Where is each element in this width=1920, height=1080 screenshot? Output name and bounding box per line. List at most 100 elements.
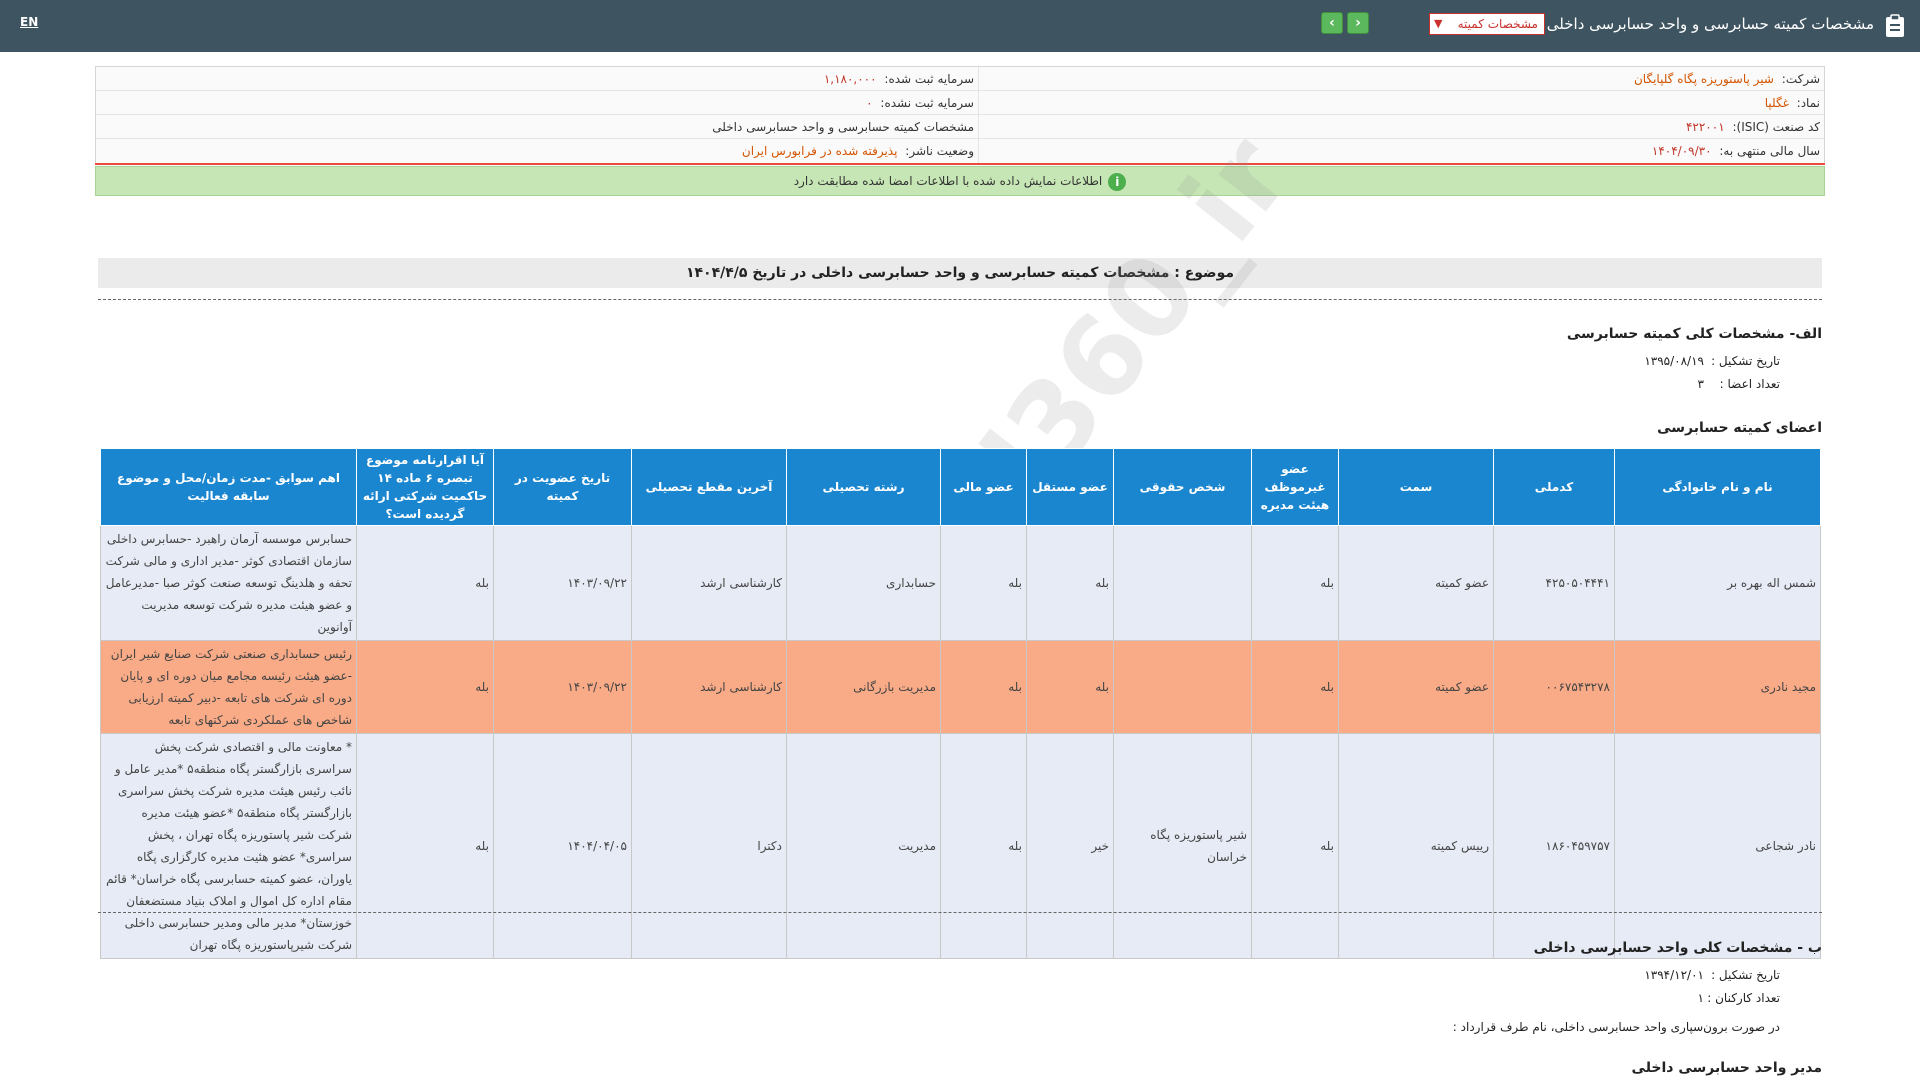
member-name: شمس اله بهره بر <box>1614 525 1821 641</box>
member-independent: خیر <box>1026 733 1114 959</box>
outsourcing-note: در صورت برون‌سپاری واحد حسابرسی داخلی، ن… <box>1452 1020 1780 1034</box>
column-header: نام و نام خانوادگی <box>1614 448 1821 526</box>
language-toggle[interactable]: EN <box>20 15 38 29</box>
clipboard-icon <box>1886 14 1904 37</box>
member-history: رئیس حسابداری صنعتی شرکت صنایع شیر ایران… <box>100 640 357 734</box>
company-label: شرکت: <box>1781 72 1820 86</box>
report-type-select[interactable]: مشخصات کمیته ▼ <box>1429 13 1545 35</box>
member-degree: کارشناسی ارشد <box>631 525 787 641</box>
committee-formation-value: ۱۳۹۵/۰۸/۱۹ <box>1644 354 1704 368</box>
members-table: نام و نام خانوادگی کدملی سمت عضو غیرموظف… <box>100 448 1821 959</box>
member-legal-entity <box>1113 525 1252 641</box>
member-legal-entity: شیر پاستوریزه پگاه خراسان <box>1113 733 1252 959</box>
info-icon: i <box>1108 172 1127 191</box>
member-national-id: ۱۸۶۰۴۵۹۷۵۷ <box>1493 733 1615 959</box>
section-b-title: ب - مشخصات کلی واحد حسابرسی داخلی <box>1533 940 1822 956</box>
members-title: اعضای کمیته حسابرسی <box>1657 420 1822 436</box>
unregistered-capital-label: سرمایه ثبت نشده: <box>880 96 974 110</box>
member-field: مدیریت <box>786 733 941 959</box>
member-non-exec: بله <box>1251 525 1339 641</box>
section-a-title: الف- مشخصات کلی کمیته حسابرسی <box>1566 326 1822 342</box>
isic-label: کد صنعت (ISIC): <box>1732 120 1820 134</box>
committee-formation-label: تاریخ تشکیل : <box>1711 354 1780 368</box>
table-row: نادر شجاعی ۱۸۶۰۴۵۹۷۵۷ رییس کمیته بله شیر… <box>100 733 1821 959</box>
member-position: عضو کمیته <box>1338 640 1494 734</box>
isic-value: ۴۲۲۰۰۱ <box>1685 120 1725 134</box>
member-name: نادر شجاعی <box>1614 733 1821 959</box>
member-financial: بله <box>940 525 1027 641</box>
divider <box>98 299 1822 300</box>
members-count-value: ۳ <box>1697 377 1704 391</box>
fiscal-year-value: ۱۴۰۴/۰۹/۳۰ <box>1651 144 1712 158</box>
divider <box>95 163 1825 165</box>
member-field: مدیریت بازرگانی <box>786 640 941 734</box>
report-name: مشخصات کمیته حسابرسی و واحد حسابرسی داخل… <box>712 120 974 134</box>
company-link[interactable]: شیر پاستوریزه پگاه گلپایگان <box>1634 72 1774 86</box>
table-row: مجید نادری ۰۰۶۷۵۴۳۲۷۸ عضو کمیته بله بله … <box>100 640 1821 734</box>
info-row-symbol: نماد: غگلپا سرمایه ثبت نشده: ۰ <box>96 91 1824 115</box>
registered-capital-label: سرمایه ثبت شده: <box>884 72 974 86</box>
member-independent: بله <box>1026 640 1114 734</box>
member-position: عضو کمیته <box>1338 525 1494 641</box>
column-header: اهم سوابق -مدت زمان/محل و موضوع سابقه فع… <box>100 448 357 526</box>
member-non-exec: بله <box>1251 733 1339 959</box>
column-header: سمت <box>1338 448 1494 526</box>
audit-unit-formation-value: ۱۳۹۴/۱۲/۰۱ <box>1644 968 1704 982</box>
member-membership-date: ۱۴۰۳/۰۹/۲۲ <box>493 525 632 641</box>
committee-formation-date: تاریخ تشکیل : ۱۳۹۵/۰۸/۱۹ <box>1644 354 1780 368</box>
column-header: آیا اقرارنامه موضوع تبصره ۶ ماده ۱۴ حاکم… <box>356 448 494 526</box>
audit-unit-staff-count: تعداد کارکنان :۱ <box>1698 991 1780 1005</box>
member-history: حسابرس موسسه آرمان راهبرد -حسابرس داخلی … <box>100 525 357 641</box>
member-national-id: ۰۰۶۷۵۴۳۲۷۸ <box>1493 640 1615 734</box>
member-financial: بله <box>940 733 1027 959</box>
column-header: شخص حقوقی <box>1113 448 1252 526</box>
audit-unit-formation-date: تاریخ تشکیل : ۱۳۹۴/۱۲/۰۱ <box>1644 968 1780 982</box>
member-legal-entity <box>1113 640 1252 734</box>
page-title: مشخصات کمیته حسابرسی و واحد حسابرسی داخل… <box>1546 15 1874 33</box>
member-field: حسابداری <box>786 525 941 641</box>
staff-count-label: تعداد کارکنان : <box>1707 991 1780 1005</box>
info-row-isic: کد صنعت (ISIC): ۴۲۲۰۰۱ مشخصات کمیته حساب… <box>96 115 1824 139</box>
table-row: شمس اله بهره بر ۴۲۵۰۵۰۴۴۴۱ عضو کمیته بله… <box>100 525 1821 641</box>
publisher-status-label: وضعیت ناشر: <box>905 144 974 158</box>
top-bar: مشخصات کمیته حسابرسی و واحد حسابرسی داخل… <box>0 0 1920 52</box>
member-membership-date: ۱۴۰۴/۰۴/۰۵ <box>493 733 632 959</box>
member-independent: بله <box>1026 525 1114 641</box>
divider <box>98 912 1822 913</box>
member-membership-date: ۱۴۰۳/۰۹/۲۲ <box>493 640 632 734</box>
committee-members-count: تعداد اعضا : ۳ <box>1698 377 1780 391</box>
member-degree: کارشناسی ارشد <box>631 640 787 734</box>
member-national-id: ۴۲۵۰۵۰۴۴۴۱ <box>1493 525 1615 641</box>
member-declaration: بله <box>356 640 494 734</box>
next-button[interactable]: › <box>1347 12 1369 34</box>
column-header: رشته تحصیلی <box>786 448 941 526</box>
member-position: رییس کمیته <box>1338 733 1494 959</box>
member-history: * معاونت مالی و اقتصادی شرکت پخش سراسری … <box>100 733 357 959</box>
table-header-row: نام و نام خانوادگی کدملی سمت عضو غیرموظف… <box>100 448 1821 526</box>
info-row-fiscal: سال مالی منتهی به: ۱۴۰۴/۰۹/۳۰ وضعیت ناشر… <box>96 139 1824 163</box>
member-financial: بله <box>940 640 1027 734</box>
registered-capital-value: ۱,۱۸۰,۰۰۰ <box>823 72 877 86</box>
audit-unit-formation-label: تاریخ تشکیل : <box>1711 968 1780 982</box>
company-info-box: شرکت: شیر پاستوریزه پگاه گلپایگان سرمایه… <box>95 66 1825 165</box>
internal-audit-manager-title: مدیر واحد حسابرسی داخلی <box>1631 1060 1822 1076</box>
report-subject: موضوع : مشخصات کمیته حسابرسی و واحد حساب… <box>98 258 1822 288</box>
symbol-value: غگلپا <box>1764 96 1789 110</box>
column-header: آخرین مقطع تحصیلی <box>631 448 787 526</box>
fiscal-year-label: سال مالی منتهی به: <box>1719 144 1820 158</box>
members-count-label: تعداد اعضا : <box>1719 377 1780 391</box>
staff-count-value: ۱ <box>1697 991 1704 1005</box>
column-header: عضو غیرموظف هیئت مدیره <box>1251 448 1339 526</box>
column-header: تاریخ عضویت در کمیته <box>493 448 632 526</box>
signature-notice-text: اطلاعات نمایش داده شده با اطلاعات امضا ش… <box>793 174 1103 188</box>
previous-button[interactable]: ‹ <box>1321 12 1343 34</box>
column-header: عضو مالی <box>940 448 1027 526</box>
chevron-down-icon: ▼ <box>1434 17 1443 30</box>
info-row-company: شرکت: شیر پاستوریزه پگاه گلپایگان سرمایه… <box>96 67 1824 91</box>
column-header: عضو مستقل <box>1026 448 1114 526</box>
member-degree: دکترا <box>631 733 787 959</box>
signature-notice: i اطلاعات نمایش داده شده با اطلاعات امضا … <box>95 166 1825 196</box>
member-non-exec: بله <box>1251 640 1339 734</box>
publisher-status-value: پذیرفته شده در فرابورس ایران <box>741 144 898 158</box>
column-header: کدملی <box>1493 448 1615 526</box>
